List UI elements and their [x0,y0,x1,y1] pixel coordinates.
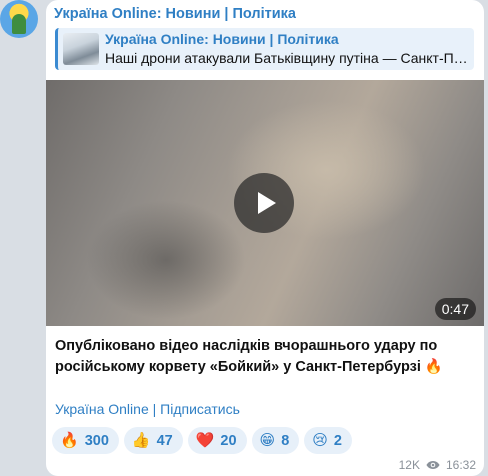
reactions-bar: 🔥 300 👍 47 ❤️ 20 😁 8 😢 2 [52,427,352,454]
reaction-heart[interactable]: ❤️ 20 [187,427,247,454]
reaction-grin[interactable]: 😁 8 [251,427,300,454]
reply-text: Наші дрони атакували Батьківщину путіна … [105,50,470,66]
channel-avatar[interactable] [0,0,38,38]
message-bubble: Україна Online: Новини | Політика Україн… [46,0,484,476]
reaction-count: 8 [281,432,290,449]
reply-thumbnail [63,33,99,65]
avatar-figure [12,14,26,34]
reaction-fire[interactable]: 🔥 300 [52,427,119,454]
reaction-thumbs-up[interactable]: 👍 47 [123,427,183,454]
message-meta: 12K 16:32 [399,458,476,472]
reaction-count: 47 [156,432,173,449]
cry-icon: 😢 [312,432,328,449]
thumbs-up-icon: 👍 [131,432,151,449]
video-frame-blur [86,200,246,320]
reply-preview[interactable]: Україна Online: Новини | Політика Наші д… [55,28,474,70]
message-time: 16:32 [445,458,476,472]
channel-name[interactable]: Україна Online: Новини | Політика [54,6,296,22]
view-count: 12K [398,458,420,472]
play-button[interactable] [234,173,294,233]
eye-icon [426,461,440,469]
grin-icon: 😁 [259,432,276,449]
video-duration: 0:47 [434,298,476,320]
play-icon [258,192,276,214]
heart-icon: ❤️ [195,432,215,449]
reaction-count: 300 [84,432,109,449]
video-player[interactable]: 0:47 [46,80,484,326]
post-text: Опубліковано відео наслідків вчорашнього… [55,338,443,375]
reply-title: Україна Online: Новини | Політика [105,31,339,47]
subscribe-link[interactable]: Україна Online | Підписатись [55,401,240,417]
reaction-count: 2 [333,432,342,449]
fire-icon: 🔥 [60,432,79,449]
reaction-count: 20 [220,432,237,449]
reaction-cry[interactable]: 😢 2 [304,427,352,454]
